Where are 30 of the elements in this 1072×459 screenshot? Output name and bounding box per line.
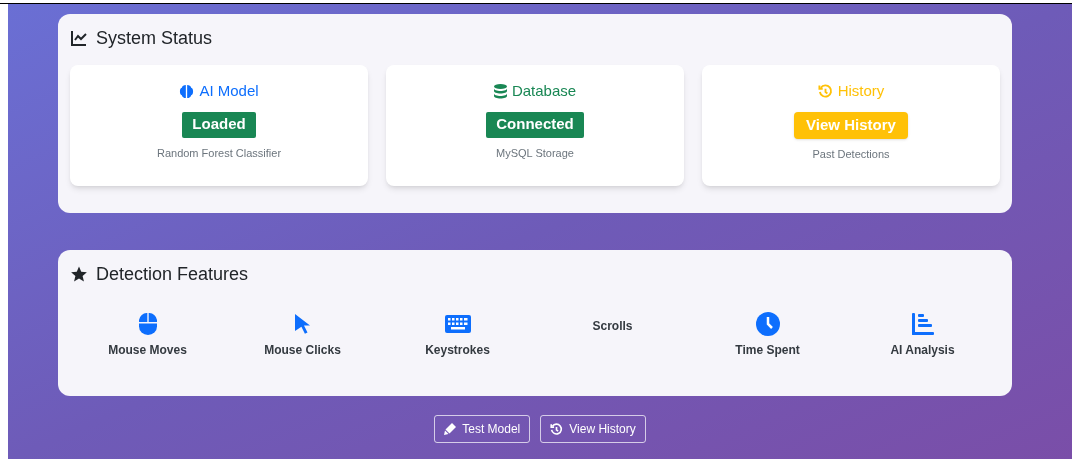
card-title: AI Model — [199, 81, 259, 101]
card-caption: Past Detections — [812, 146, 890, 162]
pencil-icon — [444, 423, 457, 435]
status-badge: Connected — [486, 111, 584, 138]
line-chart-icon — [70, 29, 88, 47]
keyboard-icon — [444, 315, 471, 333]
feature-label: Mouse Moves — [108, 342, 187, 359]
brain-icon — [179, 83, 195, 99]
history-icon — [550, 422, 564, 436]
card-caption: Random Forest Classifier — [156, 145, 282, 161]
feature-label: AI Analysis — [890, 342, 955, 359]
panel-title: System Status — [96, 26, 213, 50]
feature-label: Scrolls — [592, 318, 633, 335]
action-button[interactable]: View History — [540, 415, 646, 443]
panel-title: Detection Features — [96, 262, 249, 286]
bar-chart-icon — [911, 313, 934, 335]
card-caption: MySQL Storage — [496, 145, 574, 161]
database-icon — [493, 83, 507, 99]
card-title: Database — [511, 81, 577, 101]
feature-label: Time Spent — [735, 342, 800, 359]
pointer-icon — [295, 314, 310, 334]
star-icon — [70, 265, 88, 283]
clock-icon — [755, 312, 780, 336]
card-title: History — [837, 81, 885, 101]
feature-label: Mouse Clicks — [264, 342, 341, 359]
mouse-icon — [138, 313, 157, 335]
status-badge: Loaded — [182, 111, 256, 138]
action-button[interactable]: Test Model — [434, 415, 531, 443]
feature-label: Keystrokes — [425, 342, 490, 359]
history-icon — [817, 83, 833, 99]
